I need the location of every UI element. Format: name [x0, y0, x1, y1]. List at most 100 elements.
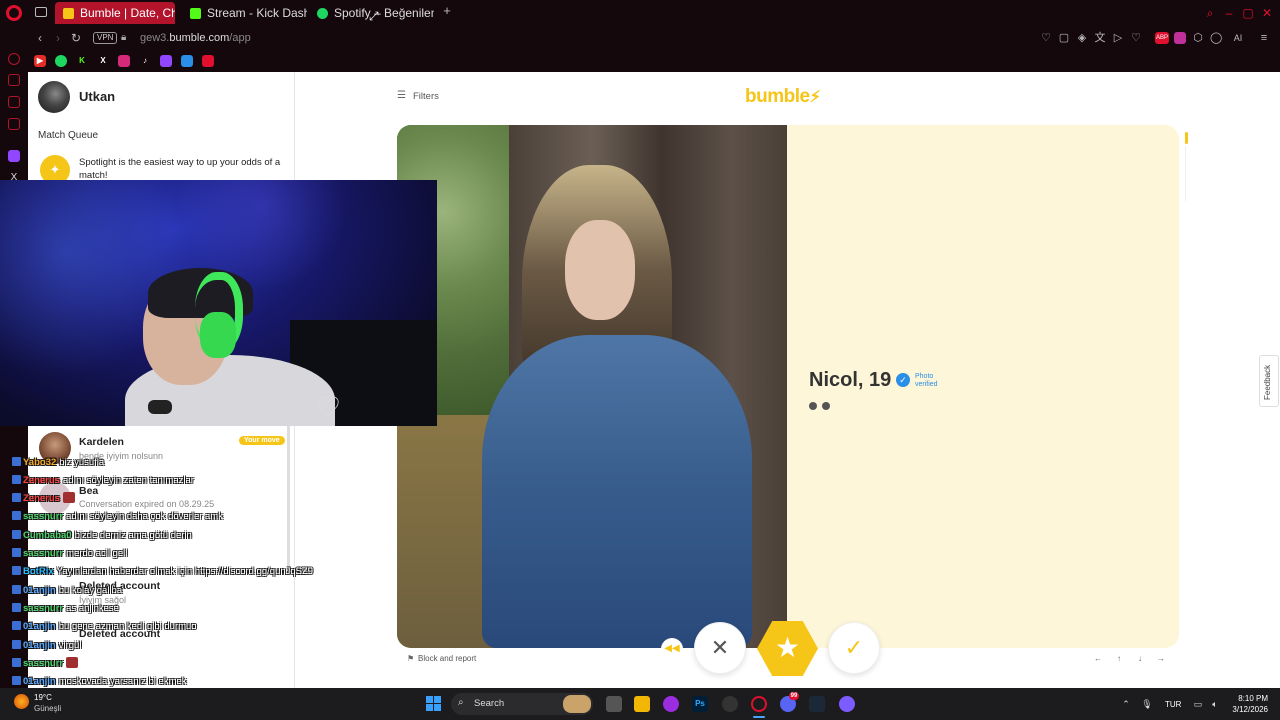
- maximize-icon[interactable]: ▢: [1241, 6, 1255, 20]
- expand-photo-icon[interactable]: ⤢: [369, 10, 381, 22]
- kick-bookmark-icon[interactable]: K: [76, 55, 88, 67]
- bolt-icon: ⚡︎: [809, 89, 821, 106]
- heart-lamp-icon: ♡: [316, 392, 342, 423]
- microphone-icon[interactable]: 🎙︎: [1141, 698, 1153, 710]
- key-right-icon: →: [1157, 654, 1165, 663]
- chat-emote-icon: [62, 492, 75, 503]
- photoshop-icon[interactable]: Ps: [692, 696, 708, 712]
- sidebar-messenger-icon[interactable]: [8, 96, 20, 108]
- sidebar-aria-icon[interactable]: [8, 53, 20, 65]
- menu-icon[interactable]: ≡: [1258, 32, 1270, 44]
- chat-message: 01anjin moskovada yarsanız bi ekmek: [12, 675, 187, 688]
- bookmark-icon-8[interactable]: [202, 55, 214, 67]
- search-tabs-icon[interactable]: ⌕: [1203, 6, 1217, 20]
- steam-icon[interactable]: [809, 696, 825, 712]
- sidebar-mail-icon[interactable]: [8, 118, 20, 130]
- chat-message: Yabo32 biz yusufla: [12, 456, 104, 469]
- spotify-bookmark-icon[interactable]: [55, 55, 67, 67]
- tray-overflow-icon[interactable]: ⌃: [1120, 698, 1132, 710]
- youtube-bookmark-icon[interactable]: ▶: [34, 55, 46, 67]
- user-avatar[interactable]: [38, 81, 70, 113]
- translate-icon[interactable]: 文: [1094, 32, 1106, 44]
- weather-condition[interactable]: Güneşli: [34, 704, 61, 713]
- weather-temperature[interactable]: 19°C: [34, 693, 52, 702]
- block-report-link[interactable]: Block and report: [418, 654, 476, 663]
- chat-badge-icon: [12, 457, 21, 466]
- clock-time[interactable]: 8:10 PM: [1230, 694, 1268, 703]
- chat-text: Yayınlardan haberdar olmak için https://…: [56, 566, 314, 577]
- chat-badge-icon: [12, 640, 21, 649]
- profile-photo[interactable]: [397, 125, 787, 648]
- reload-icon[interactable]: ↻: [69, 31, 83, 45]
- adblock-extension-icon[interactable]: ABP: [1155, 32, 1169, 44]
- like-button[interactable]: ✓: [828, 622, 880, 674]
- conversation-name[interactable]: Kardelen: [79, 436, 124, 448]
- chat-text: moskovada yarsanız bi ekmek: [58, 676, 187, 687]
- chat-message: 01anjin virgül: [12, 639, 81, 652]
- vpn-badge[interactable]: VPN: [93, 32, 118, 44]
- clock-date[interactable]: 3/12/2026: [1222, 705, 1268, 714]
- app-icon[interactable]: [663, 696, 679, 712]
- minimize-icon[interactable]: –: [1222, 6, 1236, 20]
- url-field[interactable]: gew3.bumble.com/app: [140, 32, 251, 44]
- extension-icon[interactable]: [1174, 32, 1186, 44]
- card-scroll-track: [1185, 146, 1186, 201]
- user-name[interactable]: Utkan: [79, 89, 115, 104]
- app-icon[interactable]: [839, 696, 855, 712]
- conversation-scrollbar[interactable]: [287, 420, 290, 570]
- desktop: Bumble | Date, Chat, Meet Stream - Kick …: [0, 0, 1280, 720]
- profile-info-icon: [809, 402, 817, 410]
- tab-bumble[interactable]: Bumble | Date, Chat, Meet: [55, 2, 175, 24]
- opera-logo-icon[interactable]: [6, 5, 22, 21]
- twitch-bookmark-icon[interactable]: [160, 55, 172, 67]
- volume-icon[interactable]: 🔈︎: [1209, 698, 1221, 710]
- bookmark-icon[interactable]: ♡: [1040, 32, 1052, 44]
- pass-button[interactable]: ✕: [694, 622, 746, 674]
- sidebar-twitch-icon[interactable]: [8, 150, 20, 162]
- filters-icon[interactable]: ☰: [397, 91, 408, 101]
- chat-text: bizde derniz ama götü derin: [74, 530, 192, 541]
- opera-gx-taskbar-icon[interactable]: [751, 696, 767, 712]
- rewind-icon[interactable]: ◀◀: [661, 638, 683, 660]
- card-scroll-thumb[interactable]: [1185, 132, 1188, 144]
- new-tab-icon[interactable]: +: [441, 4, 453, 17]
- tab-kick[interactable]: Stream - Kick Dashboard: [182, 2, 307, 24]
- instagram-bookmark-icon[interactable]: [118, 55, 130, 67]
- weather-icon[interactable]: [14, 694, 29, 709]
- network-icon[interactable]: ▭: [1192, 698, 1204, 710]
- filters-button[interactable]: Filters: [413, 91, 439, 102]
- lock-icon[interactable]: 🔒︎: [121, 32, 131, 44]
- tab-overview-icon[interactable]: [35, 7, 47, 17]
- app-icon[interactable]: [722, 696, 738, 712]
- chat-username: Yabo32: [23, 457, 57, 468]
- back-icon[interactable]: ‹: [33, 31, 47, 45]
- bookmark-icon-7[interactable]: [181, 55, 193, 67]
- play-icon[interactable]: ▷: [1112, 32, 1124, 44]
- snapshot-icon[interactable]: ▢: [1058, 32, 1070, 44]
- chat-username: 01anjin: [23, 585, 56, 596]
- conversation-preview: Conversation expired on 08.29.25: [79, 499, 215, 509]
- extensions-puzzle-icon[interactable]: ⬡: [1192, 32, 1204, 44]
- task-view-icon[interactable]: [606, 696, 622, 712]
- chat-badge-icon: [12, 475, 21, 484]
- url-subdomain: gew3.: [140, 32, 170, 44]
- chat-message: Zenerus: [12, 492, 75, 505]
- profile-name: Nicol, 19: [809, 369, 892, 391]
- ai-label: AI: [1233, 33, 1243, 43]
- tiktok-bookmark-icon[interactable]: ♪: [139, 55, 151, 67]
- shield-icon[interactable]: ◈: [1076, 32, 1088, 44]
- forward-icon[interactable]: ›: [51, 31, 65, 45]
- chat-username: 01anjin: [23, 640, 56, 651]
- file-explorer-icon[interactable]: [634, 696, 650, 712]
- sidebar-workspace-icon[interactable]: [8, 74, 20, 86]
- profile-icon[interactable]: ◯: [1210, 32, 1222, 44]
- aria-ai-button[interactable]: AI: [1228, 32, 1248, 44]
- start-button[interactable]: [426, 696, 441, 711]
- close-window-icon[interactable]: ✕: [1260, 6, 1274, 20]
- language-indicator[interactable]: TUR: [1165, 700, 1181, 709]
- x-bookmark-icon[interactable]: X: [97, 55, 109, 67]
- verified-check-icon: ✓: [896, 373, 910, 387]
- spotlight-text[interactable]: Spotlight is the easiest way to up your …: [79, 156, 284, 182]
- heart-icon[interactable]: ♡: [1130, 32, 1142, 44]
- feedback-tab[interactable]: Feedback: [1259, 355, 1279, 407]
